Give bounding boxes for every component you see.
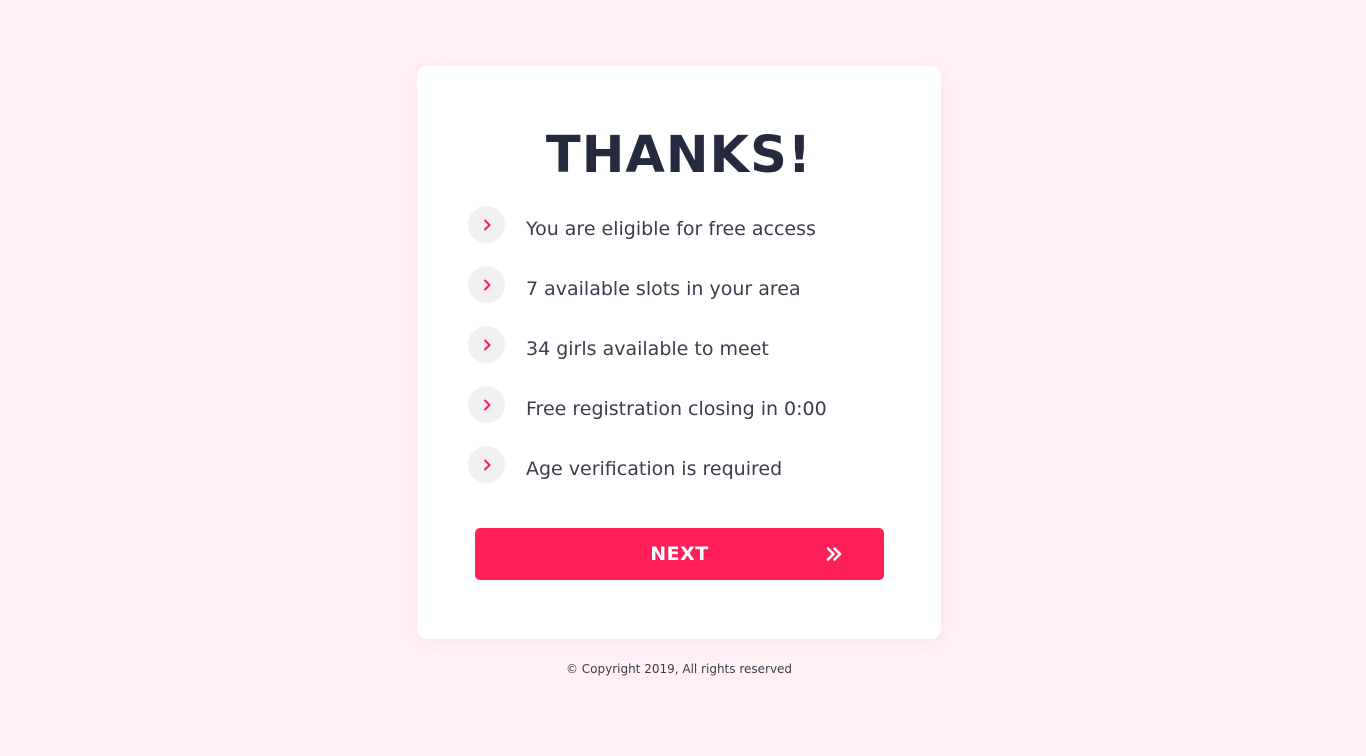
list-item-text: You are eligible for free access [526, 218, 816, 240]
list-item: 7 available slots in your area [468, 266, 827, 326]
double-chevron-right-icon [825, 545, 843, 563]
benefits-list: You are eligible for free access 7 avail… [468, 206, 827, 506]
chevron-right-icon [468, 386, 505, 423]
list-item: Free registration closing in 0:00 [468, 386, 827, 446]
chevron-right-icon [468, 206, 505, 243]
chevron-right-icon [468, 446, 505, 483]
next-button[interactable]: NEXT [475, 528, 884, 580]
next-button-label: NEXT [650, 543, 709, 565]
copyright-label: © Copyright 2019, All rights reserved [565, 662, 793, 676]
list-item: 34 girls available to meet [468, 326, 827, 386]
thanks-card: THANKS! You are eligible for free access… [417, 66, 941, 639]
list-item-text: 34 girls available to meet [526, 338, 769, 360]
copyright-text: © Copyright 2019, All rights reserved [0, 660, 1366, 678]
chevron-right-icon [468, 266, 505, 303]
chevron-right-icon [468, 326, 505, 363]
list-item: You are eligible for free access [468, 206, 827, 266]
list-item: Age verification is required [468, 446, 827, 506]
list-item-text: Free registration closing in 0:00 [526, 398, 827, 420]
list-item-text: Age verification is required [526, 458, 783, 480]
list-item-text: 7 available slots in your area [526, 278, 801, 300]
page-title: THANKS! [545, 126, 813, 185]
